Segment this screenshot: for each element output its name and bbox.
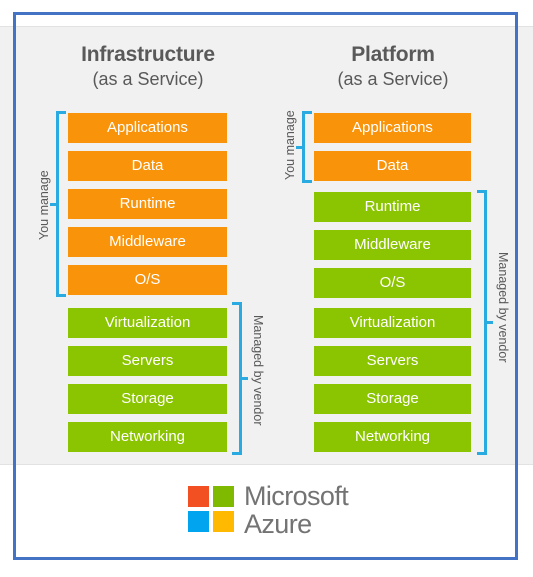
logo-square-yellow-icon xyxy=(213,511,234,532)
layer-box-iaas-middleware[interactable]: Middleware xyxy=(68,227,227,257)
layer-box-iaas-storage[interactable]: Storage xyxy=(68,384,227,414)
layer-box-paas-applications[interactable]: Applications xyxy=(314,113,471,143)
bracket-iaas-you-manage xyxy=(50,111,66,297)
layer-box-paas-servers[interactable]: Servers xyxy=(314,346,471,376)
logo-line-azure: Azure xyxy=(244,509,312,539)
layer-box-iaas-virtualization[interactable]: Virtualization xyxy=(68,308,227,338)
layer-box-paas-storage[interactable]: Storage xyxy=(314,384,471,414)
layer-box-iaas-runtime[interactable]: Runtime xyxy=(68,189,227,219)
layer-box-paas-runtime[interactable]: Runtime xyxy=(314,192,471,222)
layer-box-paas-virtualization[interactable]: Virtualization xyxy=(314,308,471,338)
column-title-main-paas: Platform xyxy=(351,43,435,66)
layer-box-paas-data[interactable]: Data xyxy=(314,151,471,181)
bracket-label-paas-you-manage: You manage xyxy=(283,110,297,180)
bracket-nub-icon xyxy=(484,321,493,324)
bracket-iaas-managed-by-vendor xyxy=(232,302,248,455)
layer-box-iaas-os[interactable]: O/S xyxy=(68,265,227,295)
column-title-paas: Platform (as a Service) xyxy=(293,44,493,88)
layer-box-iaas-applications[interactable]: Applications xyxy=(68,113,227,143)
microsoft-logo-squares-icon xyxy=(188,486,234,532)
layer-box-iaas-servers[interactable]: Servers xyxy=(68,346,227,376)
layer-box-iaas-networking[interactable]: Networking xyxy=(68,422,227,452)
bracket-paas-managed-by-vendor xyxy=(477,190,493,455)
bracket-label-iaas-you-manage: You manage xyxy=(37,170,51,240)
bracket-label-iaas-managed-by-vendor: Managed by vendor xyxy=(251,315,265,426)
logo-square-red-icon xyxy=(188,486,209,507)
layer-box-paas-networking[interactable]: Networking xyxy=(314,422,471,452)
logo-square-green-icon xyxy=(213,486,234,507)
layer-box-iaas-data[interactable]: Data xyxy=(68,151,227,181)
column-title-sub-iaas: (as a Service) xyxy=(92,69,204,89)
bracket-nub-icon xyxy=(296,145,305,149)
column-title-main-iaas: Infrastructure xyxy=(81,43,215,66)
column-title-sub-paas: (as a Service) xyxy=(337,69,449,89)
layer-box-paas-middleware[interactable]: Middleware xyxy=(314,230,471,260)
microsoft-azure-logo: Microsoft Azure xyxy=(188,481,388,539)
bracket-paas-you-manage xyxy=(296,111,312,183)
logo-square-blue-icon xyxy=(188,511,209,532)
bracket-nub-icon xyxy=(239,377,248,380)
layer-box-paas-os[interactable]: O/S xyxy=(314,268,471,298)
bracket-label-paas-managed-by-vendor: Managed by vendor xyxy=(496,252,510,363)
column-title-iaas: Infrastructure (as a Service) xyxy=(48,44,248,88)
logo-line-microsoft: Microsoft xyxy=(244,481,349,511)
bracket-nub-icon xyxy=(50,202,59,206)
azure-wordmark: Microsoft Azure xyxy=(244,481,349,539)
